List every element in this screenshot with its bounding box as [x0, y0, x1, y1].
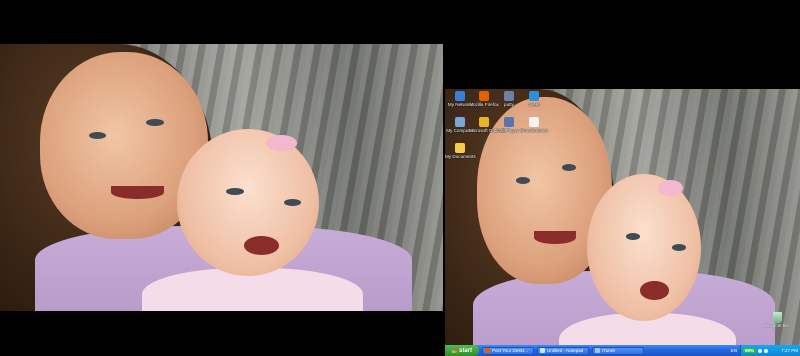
network-icon[interactable] — [764, 348, 769, 353]
baby-mouth — [640, 281, 669, 300]
mother-smile — [110, 185, 164, 199]
clock[interactable]: 7:27 PM — [781, 348, 798, 353]
left-monitor-wallpaper — [0, 44, 443, 311]
right-monitor-desktop: My Network Mozilla Firefox putty tweet M… — [445, 89, 800, 356]
firefox-icon — [479, 91, 489, 101]
baby-bow — [265, 134, 297, 151]
desktop-icon-label: ShowSolution — [519, 128, 549, 133]
taskbar-item-label: Untitled - Notepad — [547, 348, 584, 353]
putty-icon — [504, 91, 514, 101]
desktop-icon-my-documents[interactable]: My Documents — [445, 143, 476, 159]
baby-mouth — [243, 236, 280, 255]
baby-right-eye — [672, 243, 687, 251]
baby-bow — [658, 179, 683, 196]
baby-left-eye — [225, 188, 244, 196]
taskbar: start Post Your Desktop Sc... Untitled -… — [445, 345, 800, 356]
desktop-icon-showsolution[interactable]: ShowSolution — [519, 117, 549, 133]
desktop-icon-label: My Documents — [445, 154, 476, 159]
document-icon — [529, 117, 539, 127]
firefox-icon — [485, 348, 490, 353]
language-indicator[interactable]: EN — [728, 348, 740, 353]
taskbar-item-itunes[interactable]: iTunes — [592, 346, 644, 355]
taskbar-item-label: iTunes — [602, 348, 616, 353]
itunes-icon — [595, 348, 600, 353]
desktop-icon-label: Recycle Bin — [764, 323, 790, 328]
system-tray: 96% 7:27 PM — [740, 345, 800, 356]
start-button[interactable]: start — [445, 345, 479, 356]
taskbar-item-label: Post Your Desktop Sc... — [492, 348, 531, 353]
start-button-label: start — [458, 347, 472, 354]
recycle-bin-icon — [772, 312, 782, 323]
network-places-icon — [455, 91, 465, 101]
wallpaper-photo — [0, 44, 443, 311]
mother-right-eye — [146, 118, 164, 126]
outlook-icon — [479, 117, 489, 127]
windows-flag-icon — [451, 348, 457, 353]
taskbar-item-firefox[interactable]: Post Your Desktop Sc... — [482, 346, 534, 355]
mother-smile — [533, 230, 577, 244]
desktop-icon-label: tweet — [528, 102, 540, 107]
desktop-icon-tweet[interactable]: tweet — [519, 91, 549, 107]
my-documents-icon — [455, 143, 465, 153]
tweet-icon — [529, 91, 539, 101]
desktop-icon-grid: My Network Mozilla Firefox putty tweet M… — [445, 89, 595, 179]
desktop-icon-recycle-bin[interactable]: Recycle Bin — [762, 312, 792, 328]
volume-icon[interactable] — [758, 348, 763, 353]
taskbar-item-notepad[interactable]: Untitled - Notepad — [537, 346, 589, 355]
my-computer-icon — [455, 117, 465, 127]
baby-right-eye — [283, 198, 302, 206]
battery-badge[interactable]: 96% — [743, 348, 757, 353]
vmplayer-icon — [504, 117, 514, 127]
notepad-icon — [540, 348, 545, 353]
